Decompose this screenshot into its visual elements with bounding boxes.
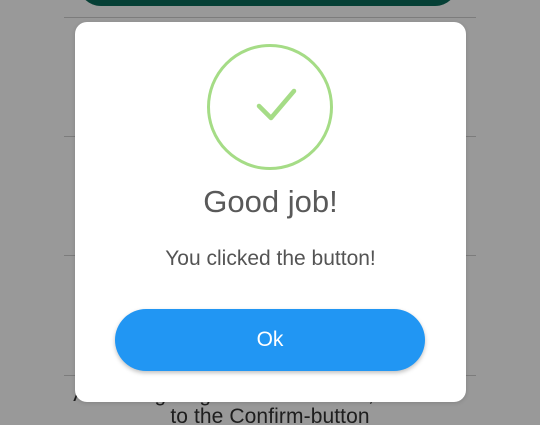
dialog-message: You clicked the button! (165, 247, 376, 270)
checkmark-icon-graphic (256, 88, 297, 121)
success-dialog: Good job! You clicked the button! Ok (75, 22, 466, 402)
ok-button[interactable]: Ok (115, 309, 425, 371)
checkmark-icon (207, 44, 333, 170)
dialog-title: Good job! (203, 184, 338, 219)
